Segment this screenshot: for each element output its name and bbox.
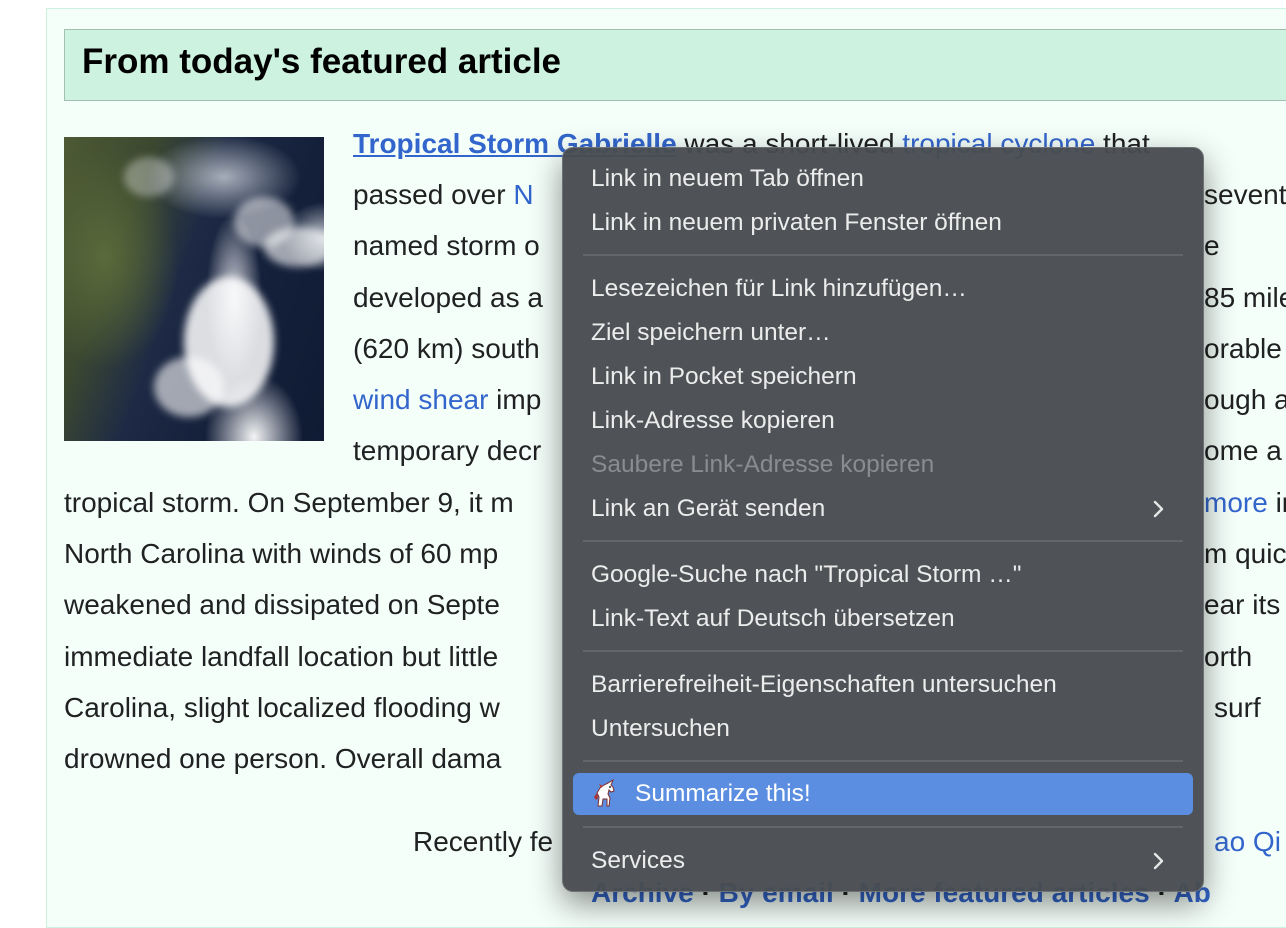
panel-title: From today's featured article — [82, 42, 562, 81]
featured-article-header: From today's featured article — [64, 29, 1286, 101]
article-text: developed as a — [353, 282, 543, 313]
storm-satellite-image[interactable] — [64, 137, 324, 441]
menu-item-save-to-pocket[interactable]: Link in Pocket speichern — [573, 356, 1193, 398]
link-context-menu: Link in neuem Tab öffnen Link in neuem p… — [562, 147, 1204, 892]
menu-item-google-search[interactable]: Google-Suche nach "Tropical Storm …" — [573, 554, 1193, 596]
menu-separator — [583, 826, 1183, 828]
menu-separator — [583, 540, 1183, 542]
menu-item-label: Google-Suche nach "Tropical Storm …" — [591, 561, 1022, 588]
article-text: ough a — [1204, 384, 1286, 415]
menu-item-label: Ziel speichern unter… — [591, 319, 831, 346]
article-text: e — [1204, 230, 1220, 261]
article-text: imp — [488, 384, 542, 415]
recently-featured-link[interactable]: ao Qi — [1214, 826, 1281, 857]
menu-item-label: Summarize this! — [635, 780, 811, 807]
menu-item-inspect-accessibility[interactable]: Barrierefreiheit-Eigenschaften untersuch… — [573, 664, 1193, 706]
wind-shear-link[interactable]: wind shear — [353, 384, 488, 415]
article-text: North Carolina with winds of 60 mp — [64, 538, 499, 569]
article-text: temporary decr — [353, 435, 542, 466]
article-text: weakened and dissipated on Septe — [64, 589, 500, 620]
article-text: passed over — [353, 179, 514, 210]
menu-item-bookmark-link[interactable]: Lesezeichen für Link hinzufügen… — [573, 268, 1193, 310]
menu-item-label: Link-Text auf Deutsch übersetzen — [591, 605, 955, 632]
menu-item-label: Link an Gerät senden — [591, 495, 826, 522]
menu-item-save-link-as[interactable]: Ziel speichern unter… — [573, 312, 1193, 354]
menu-item-services[interactable]: Services — [573, 840, 1193, 882]
menu-item-label: Link in Pocket speichern — [591, 363, 857, 390]
article-text: seventh — [1204, 179, 1286, 210]
menu-separator — [583, 254, 1183, 256]
article-text: ear its — [1204, 589, 1281, 620]
article-text: immediate landfall location but little — [64, 641, 499, 672]
menu-item-label: Barrierefreiheit-Eigenschaften untersuch… — [591, 671, 1057, 698]
article-text: drowned one person. Overall dama — [64, 743, 502, 774]
article-text: named storm o — [353, 230, 540, 261]
menu-item-label: Untersuchen — [591, 715, 730, 742]
menu-item-label: Link in neuem Tab öffnen — [591, 165, 864, 192]
menu-item-inspect[interactable]: Untersuchen — [573, 708, 1193, 750]
menu-item-open-in-new-tab[interactable]: Link in neuem Tab öffnen — [573, 158, 1193, 200]
menu-separator — [583, 760, 1183, 762]
article-text: (620 km) south — [353, 333, 540, 364]
menu-item-translate-link-text[interactable]: Link-Text auf Deutsch übersetzen — [573, 598, 1193, 640]
menu-item-copy-clean-link: Saubere Link-Adresse kopieren — [573, 444, 1193, 486]
menu-item-open-in-private-window[interactable]: Link in neuem privaten Fenster öffnen — [573, 202, 1193, 244]
article-text: ome a — [1204, 435, 1282, 466]
article-text: orable — [1204, 333, 1282, 364]
menu-item-copy-link[interactable]: Link-Adresse kopieren — [573, 400, 1193, 442]
article-text: 85 miles — [1204, 282, 1286, 313]
more-link[interactable]: more — [1204, 487, 1268, 518]
menu-item-label: Services — [591, 847, 685, 874]
unicorn-icon — [594, 779, 615, 807]
article-text: Carolina, slight localized flooding w — [64, 692, 500, 723]
article-text: tropical storm. On September 9, it m — [64, 487, 514, 518]
menu-item-send-link-to-device[interactable]: Link an Gerät senden — [573, 488, 1193, 530]
menu-item-label: Lesezeichen für Link hinzufügen… — [591, 275, 967, 302]
menu-item-label: Link-Adresse kopieren — [591, 407, 835, 434]
article-text: m quickly — [1204, 538, 1286, 569]
menu-item-label: Saubere Link-Adresse kopieren — [591, 451, 935, 478]
menu-item-summarize-this[interactable]: Summarize this! — [573, 773, 1193, 815]
article-text: orth — [1204, 641, 1253, 672]
chevron-right-icon — [1153, 500, 1164, 518]
recently-featured-text: Recently fe — [413, 826, 554, 857]
chevron-right-icon — [1153, 852, 1164, 870]
menu-item-label: Link in neuem privaten Fenster öffnen — [591, 209, 1002, 236]
article-link[interactable]: N — [513, 179, 533, 210]
article-text: surf — [1214, 692, 1261, 723]
menu-separator — [583, 650, 1183, 652]
article-text: in — [1275, 487, 1286, 518]
